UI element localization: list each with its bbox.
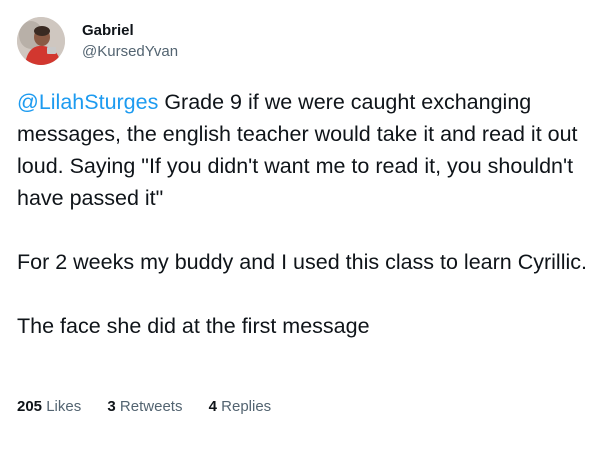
tweet-paragraph-2: For 2 weeks my buddy and I used this cla… bbox=[17, 250, 587, 274]
replies-label: Replies bbox=[221, 398, 272, 415]
tweet-text: @LilahSturges Grade 9 if we were caught … bbox=[17, 86, 587, 342]
retweets-label: Retweets bbox=[119, 398, 183, 415]
engagement-stats: 205 Likes 3 Retweets 4 Replies bbox=[17, 398, 293, 416]
avatar[interactable] bbox=[17, 17, 65, 65]
author-name[interactable]: Gabriel bbox=[82, 22, 134, 40]
likes-count: 205 bbox=[17, 398, 43, 415]
replies-stat[interactable]: 4 Replies bbox=[209, 398, 272, 416]
author-handle[interactable]: @KursedYvan bbox=[82, 43, 178, 61]
tweet-paragraph-3: The face she did at the first message bbox=[17, 314, 370, 338]
tweet-card: Gabriel @KursedYvan @LilahSturges Grade … bbox=[0, 0, 600, 450]
avatar-image-icon bbox=[17, 17, 65, 65]
retweets-count: 3 bbox=[107, 398, 116, 415]
likes-label: Likes bbox=[46, 398, 82, 415]
replies-count: 4 bbox=[208, 398, 217, 415]
retweets-stat[interactable]: 3 Retweets bbox=[107, 398, 182, 416]
likes-stat[interactable]: 205 Likes bbox=[17, 398, 81, 416]
tweet-paragraph-1: @LilahSturges Grade 9 if we were caught … bbox=[17, 86, 587, 214]
mention-link[interactable]: @LilahSturges bbox=[17, 90, 158, 114]
